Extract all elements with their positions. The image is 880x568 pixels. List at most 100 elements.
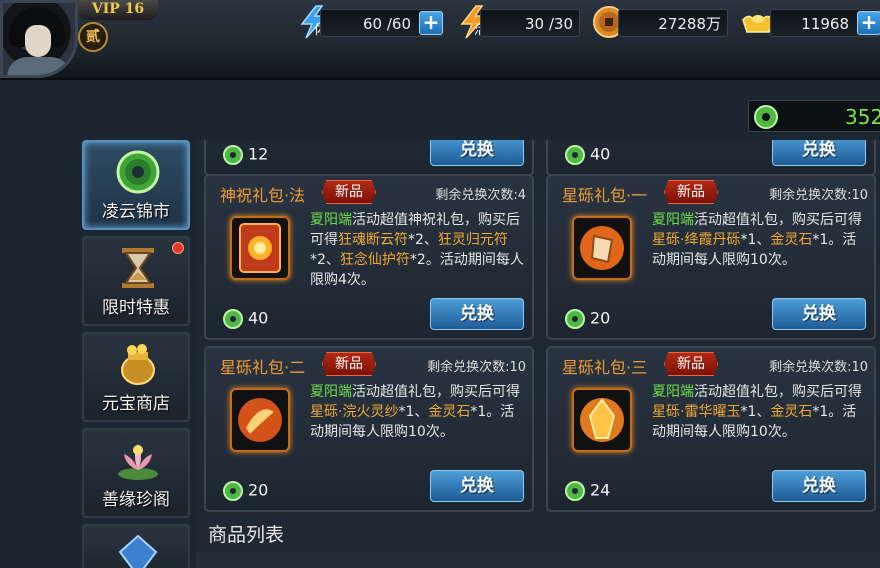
- reward-item: 狂魂断云符: [338, 232, 408, 248]
- price-value: 40: [248, 308, 269, 328]
- source-name: 夏阳端: [652, 212, 694, 228]
- sidebar-item-label: 善缘珍阁: [102, 490, 170, 510]
- shop-card: 星砾礼包·一 新品 剩余兑换次数:10 夏阳端活动超值礼包，购买后可得星砾·绛霞…: [546, 174, 876, 340]
- card-title: 星砾礼包·二: [220, 358, 306, 377]
- gold-counter: 11968 +: [770, 9, 880, 37]
- thunder-jade-icon: [580, 398, 624, 442]
- sidebar-item-yuanbao-shop[interactable]: 元宝商店: [82, 332, 190, 422]
- new-badge: 新品: [322, 180, 376, 204]
- reward-item: 星砾·绛霞丹砾: [652, 232, 741, 248]
- copper-value: 27288万: [658, 15, 721, 33]
- price-value: 12: [248, 144, 269, 164]
- card-description: 夏阳端活动超值礼包，购买后可得星砾·绛霞丹砾*1、金灵石*1。活动期间每人限购1…: [652, 210, 868, 270]
- hourglass-icon: [122, 248, 154, 288]
- remaining-count: 剩余兑换次数:10: [427, 360, 526, 375]
- price: 40: [564, 144, 610, 166]
- item-slot[interactable]: [572, 388, 632, 452]
- sidebar-item-label: 限时特惠: [102, 298, 170, 318]
- vip-level: VIP 16: [78, 0, 158, 20]
- exchange-button[interactable]: 兑换: [430, 298, 524, 330]
- jade-coin-icon: [565, 309, 585, 329]
- avatar-robe: [7, 57, 71, 75]
- stamina-value: 60 /60: [363, 15, 411, 33]
- gold-value: 11968: [801, 15, 849, 33]
- shop-item-grid: 12 兑换 40 兑换 神祝礼包·法 新品 剩余兑换次数:4 夏阳端活动超值神祝…: [196, 140, 880, 568]
- card-title: 神祝礼包·法: [220, 186, 306, 205]
- jade-value: 352: [845, 105, 880, 129]
- remaining-count: 剩余兑换次数:4: [435, 188, 526, 203]
- star-gravel-icon: [580, 226, 624, 270]
- source-name: 夏阳端: [310, 212, 352, 228]
- sidebar-item-label: 元宝商店: [102, 394, 170, 414]
- card-title: 星砾礼包·一: [562, 186, 648, 205]
- copper-counter: 27288万: [618, 9, 728, 37]
- sidebar-item-more[interactable]: [82, 524, 190, 568]
- jade-coin-icon: [223, 481, 243, 501]
- exchange-button[interactable]: 兑换: [430, 470, 524, 502]
- shop-card: 神祝礼包·法 新品 剩余兑换次数:4 夏阳端活动超值神祝礼包，购买后可得狂魂断云…: [204, 174, 534, 340]
- card-description: 夏阳端活动超值神祝礼包，购买后可得狂魂断云符*2、狂灵归元符*2、狂念仙护符*2…: [310, 210, 526, 290]
- lotus-icon: [118, 444, 158, 480]
- stamina-counter: 60 /60 +: [320, 9, 443, 37]
- shop-card-partial: 12 兑换: [204, 140, 534, 176]
- remaining-count: 剩余兑换次数:10: [769, 188, 868, 203]
- exchange-button[interactable]: 兑换: [772, 470, 866, 502]
- jade-coin-icon: [223, 309, 243, 329]
- reward-item: 星砾·浣火灵纱: [310, 404, 399, 420]
- card-title: 星砾礼包·三: [562, 358, 648, 377]
- player-avatar[interactable]: [0, 0, 78, 78]
- reward-qty: *2、: [310, 252, 340, 268]
- fire-gauze-icon: [238, 398, 282, 442]
- shop-card: 星砾礼包·三 新品 剩余兑换次数:10 夏阳端活动超值礼包，购买后可得星砾·雷华…: [546, 346, 876, 512]
- price: 12: [222, 144, 268, 166]
- jade-currency-bar: 352: [748, 100, 880, 132]
- avatar-face: [25, 25, 51, 57]
- top-bar: VIP 16 贰 体 60 /60 + 活 30 /30 27288万 1196…: [0, 0, 880, 80]
- remaining-count: 剩余兑换次数:10: [769, 360, 868, 375]
- price: 20: [564, 308, 610, 330]
- card-description: 夏阳端活动超值礼包，购买后可得星砾·浣火灵纱*1、金灵石*1。活动期间每人限购1…: [310, 382, 526, 442]
- reward-item: 狂灵归元符: [437, 232, 508, 248]
- reward-item: 狂念仙护符: [339, 252, 410, 268]
- next-row-preview: [196, 552, 880, 568]
- price-value: 20: [590, 308, 611, 328]
- reward-qty: *1、: [740, 404, 771, 420]
- price-value: 20: [248, 480, 269, 500]
- item-slot[interactable]: [230, 216, 290, 280]
- price: 24: [564, 480, 610, 502]
- price: 40: [222, 308, 268, 330]
- add-stamina-button[interactable]: +: [419, 11, 443, 35]
- reward-item: 金灵石: [770, 232, 813, 248]
- treasure-pot-icon: [121, 344, 155, 385]
- exchange-button[interactable]: 兑换: [772, 140, 866, 166]
- jade-coin-icon: [565, 481, 585, 501]
- item-slot[interactable]: [230, 388, 290, 452]
- new-badge: 新品: [664, 352, 718, 376]
- jade-coin-icon: [116, 150, 160, 194]
- desc-text: 活动超值礼包，购买后可得: [694, 384, 862, 400]
- shop-card-partial: 40 兑换: [546, 140, 876, 176]
- talisman-icon: [239, 223, 281, 273]
- exchange-button[interactable]: 兑换: [430, 140, 524, 166]
- reward-qty: *1、: [398, 404, 429, 420]
- reward-qty: *1、: [740, 232, 771, 248]
- jade-coin-icon: [565, 145, 585, 165]
- new-badge: 新品: [664, 180, 718, 204]
- sidebar-item-limited-offer[interactable]: 限时特惠: [82, 236, 190, 326]
- sidebar-item-label: 凌云锦市: [102, 202, 170, 222]
- rank-badge: 贰: [78, 22, 108, 52]
- sidebar-item-lingyun-market[interactable]: 凌云锦市: [82, 140, 190, 230]
- new-badge: 新品: [322, 352, 376, 376]
- activity-value: 30 /30: [525, 15, 573, 33]
- item-slot[interactable]: [572, 216, 632, 280]
- price-value: 40: [590, 144, 611, 164]
- exchange-button[interactable]: 兑换: [772, 298, 866, 330]
- add-gold-button[interactable]: +: [857, 11, 880, 35]
- activity-counter: 30 /30: [480, 9, 580, 37]
- price-value: 24: [590, 480, 611, 500]
- sidebar-item-shanyuan-pavilion[interactable]: 善缘珍阁: [82, 428, 190, 518]
- reward-qty: *2、: [408, 232, 438, 248]
- gem-icon: [118, 534, 158, 568]
- desc-text: 活动超值礼包，购买后可得: [352, 384, 520, 400]
- desc-text: 活动超值礼包，购买后可得: [694, 212, 862, 228]
